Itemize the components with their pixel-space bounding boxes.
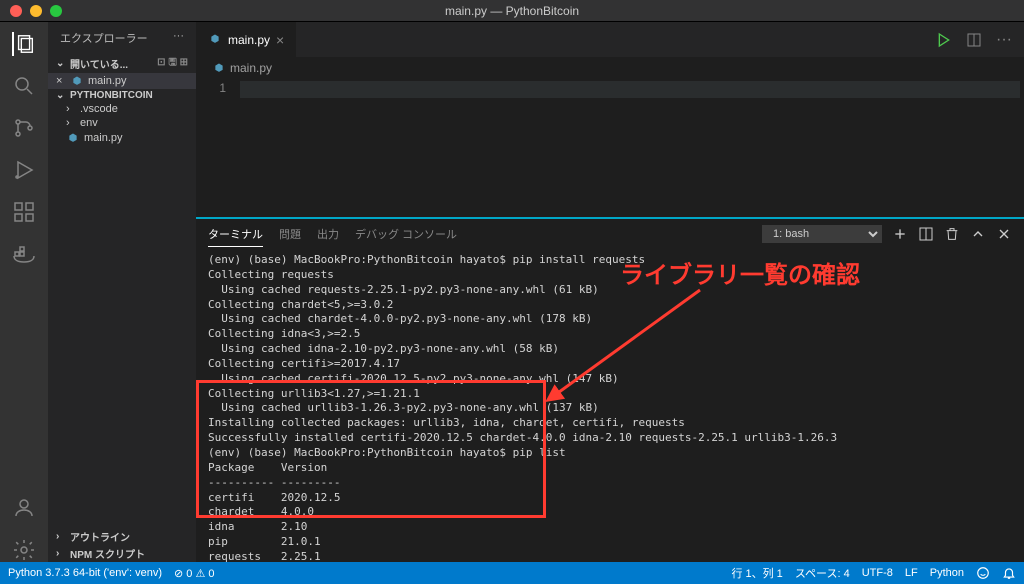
python-file-icon: ⬢ — [66, 131, 80, 145]
source-control-icon[interactable] — [12, 116, 36, 140]
folder-env[interactable]: ›env — [48, 116, 196, 130]
python-file-icon: ⬢ — [212, 61, 226, 75]
debug-icon[interactable] — [12, 158, 36, 182]
status-line-col[interactable]: 行 1、列 1 — [731, 565, 782, 581]
python-file-icon: ⬢ — [70, 74, 84, 88]
code-editor[interactable]: 1 — [196, 79, 1024, 217]
outline-section[interactable]: ›アウトライン — [48, 528, 196, 545]
window-title: main.py — PythonBitcoin — [445, 4, 579, 18]
tab-output[interactable]: 出力 — [317, 222, 339, 246]
panel: ターミナル 問題 出力 デバッグ コンソール 1: bash (env) (ba… — [196, 217, 1024, 562]
settings-gear-icon[interactable] — [12, 538, 36, 562]
file-main[interactable]: ⬢ main.py — [48, 130, 196, 146]
sidebar-header: エクスプローラー ··· — [48, 22, 196, 54]
explorer-icon[interactable] — [12, 32, 36, 56]
panel-tabs: ターミナル 問題 出力 デバッグ コンソール 1: bash — [196, 219, 1024, 249]
close-tab-icon[interactable]: × — [276, 32, 284, 48]
close-panel-icon[interactable] — [996, 226, 1012, 242]
status-spaces[interactable]: スペース: 4 — [795, 565, 850, 581]
more-actions-icon[interactable]: ··· — [996, 31, 1012, 49]
window-controls — [10, 5, 62, 17]
editor-tabs: ⬢ main.py × ··· — [196, 22, 1024, 57]
docker-icon[interactable] — [12, 242, 36, 266]
terminal-selector[interactable]: 1: bash — [762, 225, 882, 243]
tab-problems[interactable]: 問題 — [279, 222, 301, 246]
tab-debug-console[interactable]: デバッグ コンソール — [355, 222, 457, 246]
new-terminal-icon[interactable] — [892, 226, 908, 242]
notifications-icon[interactable] — [1002, 566, 1016, 580]
terminal-output[interactable]: (env) (base) MacBookPro:PythonBitcoin ha… — [196, 249, 1024, 562]
folder-vscode[interactable]: ›.vscode — [48, 102, 196, 116]
line-gutter: 1 — [196, 79, 236, 217]
titlebar: main.py — PythonBitcoin — [0, 0, 1024, 22]
minimize-window-button[interactable] — [30, 5, 42, 17]
breadcrumb[interactable]: ⬢ main.py — [196, 57, 1024, 79]
status-errors[interactable]: ⊘ 0 ⚠ 0 — [174, 567, 214, 580]
explorer-sidebar: エクスプローラー ··· ⌄開いている... ⊡ 🖫 ⊞ × ⬢ main.py… — [48, 22, 196, 562]
feedback-icon[interactable] — [976, 566, 990, 580]
search-icon[interactable] — [12, 74, 36, 98]
extensions-icon[interactable] — [12, 200, 36, 224]
status-python[interactable]: Python 3.7.3 64-bit ('env': venv) — [8, 567, 162, 579]
status-bar: Python 3.7.3 64-bit ('env': venv) ⊘ 0 ⚠ … — [0, 562, 1024, 584]
tab-main-py[interactable]: ⬢ main.py × — [196, 22, 297, 57]
python-file-icon: ⬢ — [208, 33, 222, 47]
maximize-panel-icon[interactable] — [970, 226, 986, 242]
status-eol[interactable]: LF — [905, 567, 918, 579]
activity-bar — [0, 22, 48, 562]
editor-area: ⬢ main.py × ··· ⬢ main.py 1 ターミナル 問題 出力 — [196, 22, 1024, 562]
status-lang[interactable]: Python — [930, 567, 964, 579]
account-icon[interactable] — [12, 496, 36, 520]
split-editor-icon[interactable] — [966, 32, 982, 48]
more-icon[interactable]: ··· — [173, 30, 184, 46]
maximize-window-button[interactable] — [50, 5, 62, 17]
split-terminal-icon[interactable] — [918, 226, 934, 242]
open-editor-item[interactable]: × ⬢ main.py — [48, 73, 196, 89]
status-encoding[interactable]: UTF-8 — [862, 567, 893, 579]
run-icon[interactable] — [936, 32, 952, 48]
npm-section[interactable]: ›NPM スクリプト — [48, 545, 196, 562]
project-section[interactable]: ⌄PYTHONBITCOIN — [48, 89, 196, 102]
close-window-button[interactable] — [10, 5, 22, 17]
tab-terminal[interactable]: ターミナル — [208, 222, 263, 247]
sidebar-title: エクスプローラー — [60, 30, 148, 46]
trash-icon[interactable] — [944, 226, 960, 242]
open-editors-section[interactable]: ⌄開いている... ⊡ 🖫 ⊞ — [48, 54, 196, 73]
